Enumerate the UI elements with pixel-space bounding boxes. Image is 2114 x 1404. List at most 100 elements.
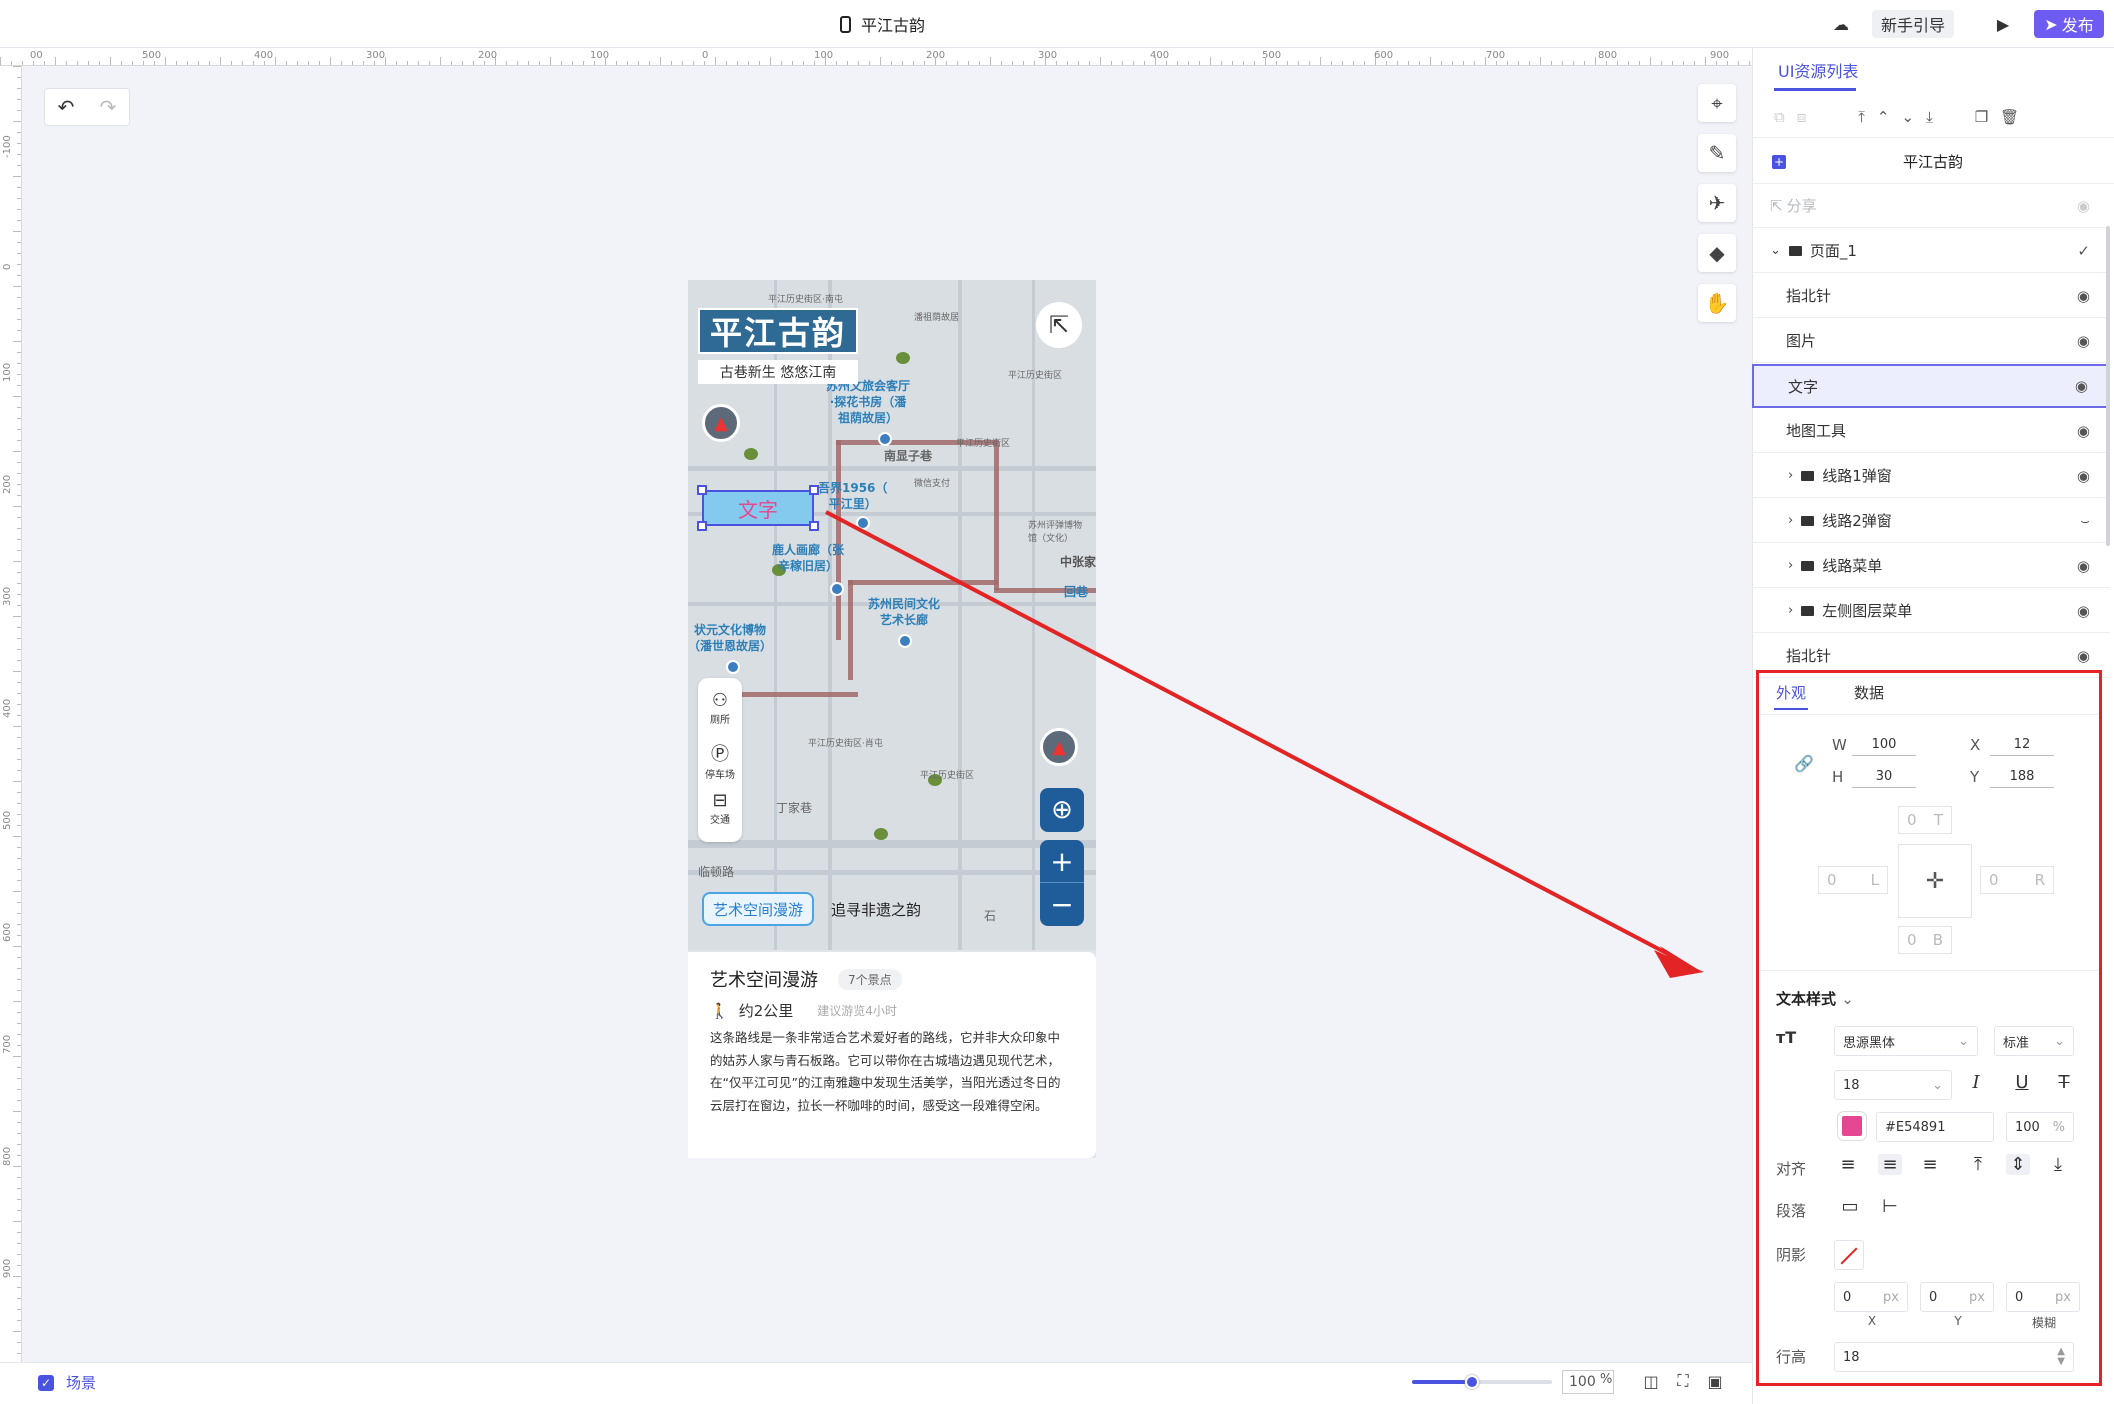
align-top-icon[interactable]: ⤒	[1966, 1154, 1990, 1175]
margin-right-input[interactable]: 0R	[1980, 866, 2054, 894]
opacity-input[interactable]: 100%	[2006, 1112, 2074, 1142]
eye-icon[interactable]: ◉	[2077, 647, 2090, 665]
height-input[interactable]: 30	[1852, 766, 1916, 788]
layer-item[interactable]: › 线路2弹窗 ⌣	[1752, 499, 2110, 543]
transit-button[interactable]: ⊟ 交通	[698, 790, 742, 826]
group-icon[interactable]: ⧉	[1774, 108, 1785, 126]
publish-button[interactable]: ➤ 发布	[2034, 10, 2104, 38]
eye-icon[interactable]: ◉	[2077, 197, 2090, 215]
eye-icon[interactable]: ◉	[2077, 422, 2090, 440]
crosshair-icon[interactable]: ⌖	[1698, 84, 1736, 122]
layer-item[interactable]: › 线路菜单 ◉	[1752, 544, 2110, 588]
underline-icon[interactable]: U	[2010, 1072, 2034, 1093]
scrollbar[interactable]	[2106, 226, 2110, 546]
align-right-icon[interactable]: ≡	[1918, 1154, 1942, 1175]
route-tab-art[interactable]: 艺术空间漫游	[702, 892, 814, 926]
eye-icon[interactable]: ◉	[2077, 557, 2090, 575]
layer-item[interactable]: › 左侧图层菜单 ◉	[1752, 589, 2110, 633]
font-size-select[interactable]: 18 ⌄	[1834, 1070, 1952, 1100]
eye-icon[interactable]: ◉	[2077, 332, 2090, 350]
resize-handle[interactable]	[809, 485, 819, 495]
font-weight-select[interactable]: 标准 ⌄	[1994, 1026, 2074, 1056]
chevron-down-icon[interactable]: ⌄	[1770, 243, 1781, 258]
y-input[interactable]: 188	[1990, 766, 2054, 788]
resize-handle[interactable]	[697, 521, 707, 531]
cloud-sync-icon[interactable]: ☁	[1826, 10, 1856, 38]
undo-icon[interactable]: ↶	[58, 95, 75, 119]
align-middle-icon[interactable]: ⇕	[2006, 1154, 2030, 1175]
chevron-right-icon[interactable]: ›	[1788, 603, 1793, 618]
chevron-right-icon[interactable]: ›	[1788, 468, 1793, 483]
copy-icon[interactable]: ❐	[1975, 108, 1988, 126]
layer-item[interactable]: 图片 ◉	[1752, 319, 2110, 363]
text-style-heading[interactable]: 文本样式 ⌄	[1776, 988, 1854, 1009]
hand-pan-icon[interactable]: ✋	[1698, 284, 1736, 322]
margin-center-icon[interactable]: ✛	[1898, 844, 1972, 918]
zoom-slider[interactable]	[1412, 1375, 1552, 1389]
redo-icon[interactable]: ↷	[100, 95, 117, 119]
route-tab-heritage[interactable]: 追寻非遗之韵	[820, 892, 932, 926]
shadow-color-swatch[interactable]	[1834, 1240, 1864, 1270]
link-icon[interactable]: 🔗	[1794, 754, 1814, 773]
guide-button[interactable]: 新手引导	[1872, 10, 1954, 38]
chevron-right-icon[interactable]: ›	[1788, 558, 1793, 573]
magic-wand-icon[interactable]: ✎	[1698, 134, 1736, 172]
shadow-blur-input[interactable]: 0 px	[2006, 1282, 2080, 1312]
satellite-icon[interactable]: ✈	[1698, 184, 1736, 222]
eye-icon[interactable]: ◉	[2075, 377, 2088, 395]
restroom-button[interactable]: ⚇ 厕所	[698, 690, 742, 726]
chevron-right-icon[interactable]: ›	[1788, 513, 1793, 528]
fixed-width-icon[interactable]: ⊢	[1878, 1196, 1902, 1217]
resize-handle[interactable]	[697, 485, 707, 495]
text-color-swatch[interactable]	[1837, 1111, 1867, 1141]
tab-ui-resources[interactable]: UI资源列表	[1778, 58, 1858, 82]
strikethrough-icon[interactable]: T	[2052, 1072, 2076, 1093]
cube-icon[interactable]: ◆	[1698, 234, 1736, 272]
parking-button[interactable]: Ⓟ 停车场	[698, 740, 742, 781]
layer-item[interactable]: ⇱ 分享 ◉	[1752, 184, 2110, 228]
fit-width-icon[interactable]: ◫	[1640, 1370, 1662, 1392]
ungroup-icon[interactable]: ⧈	[1797, 108, 1807, 126]
shadow-x-input[interactable]: 0 px	[1834, 1282, 1908, 1312]
align-bottom-icon[interactable]: ⤓	[2046, 1154, 2070, 1175]
move-bottom-icon[interactable]: ⤓	[1926, 108, 1933, 126]
eye-icon[interactable]: ◉	[2077, 287, 2090, 305]
layer-item[interactable]: 指北针 ◉	[1752, 274, 2110, 318]
minimap-icon[interactable]: ▣	[1704, 1370, 1726, 1392]
layer-item[interactable]: 文字 ◉	[1752, 364, 2110, 408]
x-input[interactable]: 12	[1990, 734, 2054, 756]
eye-icon[interactable]: ◉	[2077, 602, 2090, 620]
globe-icon[interactable]: ⊕	[1040, 788, 1084, 832]
layer-item[interactable]: ⌄ 页面_1 ✓	[1752, 229, 2110, 273]
line-height-input[interactable]: 18 ▲ ▼	[1834, 1342, 2074, 1372]
zoom-in-button[interactable]: +	[1040, 840, 1084, 883]
share-icon[interactable]: ⇱	[1036, 302, 1082, 348]
width-input[interactable]: 100	[1852, 734, 1916, 756]
layer-item[interactable]: 地图工具 ◉	[1752, 409, 2110, 453]
check-icon[interactable]: ✓	[2077, 242, 2090, 260]
move-down-icon[interactable]: ⌄	[1901, 108, 1914, 126]
shadow-y-input[interactable]: 0 px	[1920, 1282, 1994, 1312]
selected-text-element[interactable]: 文字	[702, 490, 814, 526]
preview-play-icon[interactable]: ▶	[1988, 10, 2018, 38]
tab-appearance[interactable]: 外观	[1776, 682, 1806, 703]
margin-left-input[interactable]: 0L	[1818, 866, 1888, 894]
margin-bottom-input[interactable]: 0B	[1898, 926, 1952, 954]
compass-icon[interactable]: ▲	[702, 404, 740, 442]
auto-height-icon[interactable]: ▭	[1838, 1196, 1862, 1217]
color-hex-input[interactable]: #E54891	[1876, 1112, 1994, 1142]
tab-data[interactable]: 数据	[1854, 682, 1884, 703]
scene-checkbox[interactable]: ✓	[38, 1375, 54, 1391]
compass-icon[interactable]: ▲	[1040, 728, 1078, 766]
move-up-icon[interactable]: ⌃	[1877, 108, 1890, 126]
fit-screen-icon[interactable]: ⛶	[1672, 1370, 1694, 1392]
italic-icon[interactable]: I	[1964, 1072, 1988, 1093]
add-icon[interactable]: +	[1772, 154, 1786, 169]
eye-icon[interactable]: ◉	[2077, 467, 2090, 485]
font-family-select[interactable]: 思源黑体 ⌄	[1834, 1026, 1978, 1056]
align-center-icon[interactable]: ≡	[1878, 1154, 1902, 1175]
layer-root[interactable]: + 平江古韵	[1752, 140, 2114, 184]
eye-closed-icon[interactable]: ⌣	[2080, 512, 2090, 530]
move-top-icon[interactable]: ⤒	[1858, 108, 1865, 126]
zoom-out-button[interactable]: −	[1040, 883, 1084, 926]
